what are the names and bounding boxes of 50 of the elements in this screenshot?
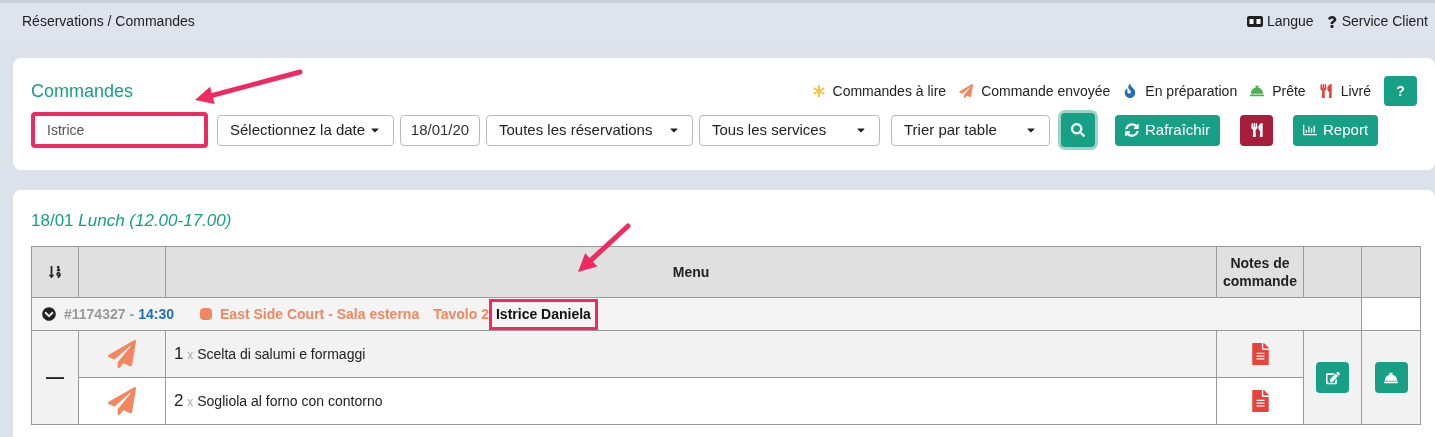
kitchen-button[interactable] <box>1240 114 1274 146</box>
panel-title: Commandes <box>31 79 134 103</box>
chevron-down-icon[interactable] <box>42 307 56 321</box>
ready-button[interactable] <box>1374 362 1408 393</box>
search-field[interactable]: Istrice <box>31 112 208 148</box>
legend-label: Commande envoyée <box>981 81 1111 101</box>
bell-icon <box>1384 370 1398 385</box>
refresh-icon <box>1125 123 1139 137</box>
column-header: Menu <box>165 246 1217 298</box>
breadcrumb: Réservations / Commandes <box>22 12 195 31</box>
utensils-icon <box>1249 123 1264 137</box>
dropdown[interactable]: Sélectionnez la date <box>217 114 394 146</box>
separator: - <box>129 304 135 324</box>
collapse-mark[interactable]: — <box>31 330 79 425</box>
legend-label: Prête <box>1272 81 1306 101</box>
question-icon <box>1325 15 1338 28</box>
order-number: #1174327 <box>64 304 126 324</box>
legend-label: En préparation <box>1145 81 1238 101</box>
annotation-arrow <box>578 223 631 272</box>
dropdown[interactable]: Trier par table <box>891 114 1050 146</box>
customer-name: Istrice Daniela <box>488 298 598 330</box>
document-icon[interactable] <box>1251 390 1269 412</box>
chart-icon <box>1303 123 1318 137</box>
legend-label: Commandes à lire <box>832 81 947 101</box>
paper-plane-icon <box>959 84 974 98</box>
search-icon <box>1071 123 1085 137</box>
order-time: 14:30 <box>138 304 174 324</box>
location-name: East Side Court - Sala esterna <box>220 304 420 324</box>
legend-label: Livré <box>1340 81 1371 101</box>
dropdown[interactable]: Toutes les réservations <box>486 114 693 146</box>
support-link[interactable]: Service Client <box>1325 11 1428 32</box>
date-field[interactable]: 18/01/20 <box>400 114 480 146</box>
dropdown[interactable]: Tous les services <box>699 114 880 146</box>
search-button[interactable] <box>1061 113 1095 147</box>
column-header: Notes de commande <box>1216 246 1304 298</box>
sort-icon <box>48 265 62 279</box>
service-title: 18/01 Lunch (12.00-17.00) <box>31 210 233 232</box>
column-header[interactable] <box>31 246 79 298</box>
edit-button[interactable] <box>1316 362 1349 393</box>
table-name: Tavolo 2 <box>433 304 489 324</box>
flame-icon <box>1123 84 1138 98</box>
asterisk-icon <box>812 85 825 97</box>
paper-plane-icon <box>108 387 136 415</box>
utensils-icon <box>1318 84 1333 98</box>
bell-icon <box>1250 84 1265 98</box>
language-icon <box>1246 16 1263 27</box>
edit-icon <box>1325 370 1340 385</box>
language-link[interactable]: Langue <box>1246 11 1314 32</box>
document-icon[interactable] <box>1251 343 1269 365</box>
paper-plane-icon <box>108 340 136 368</box>
